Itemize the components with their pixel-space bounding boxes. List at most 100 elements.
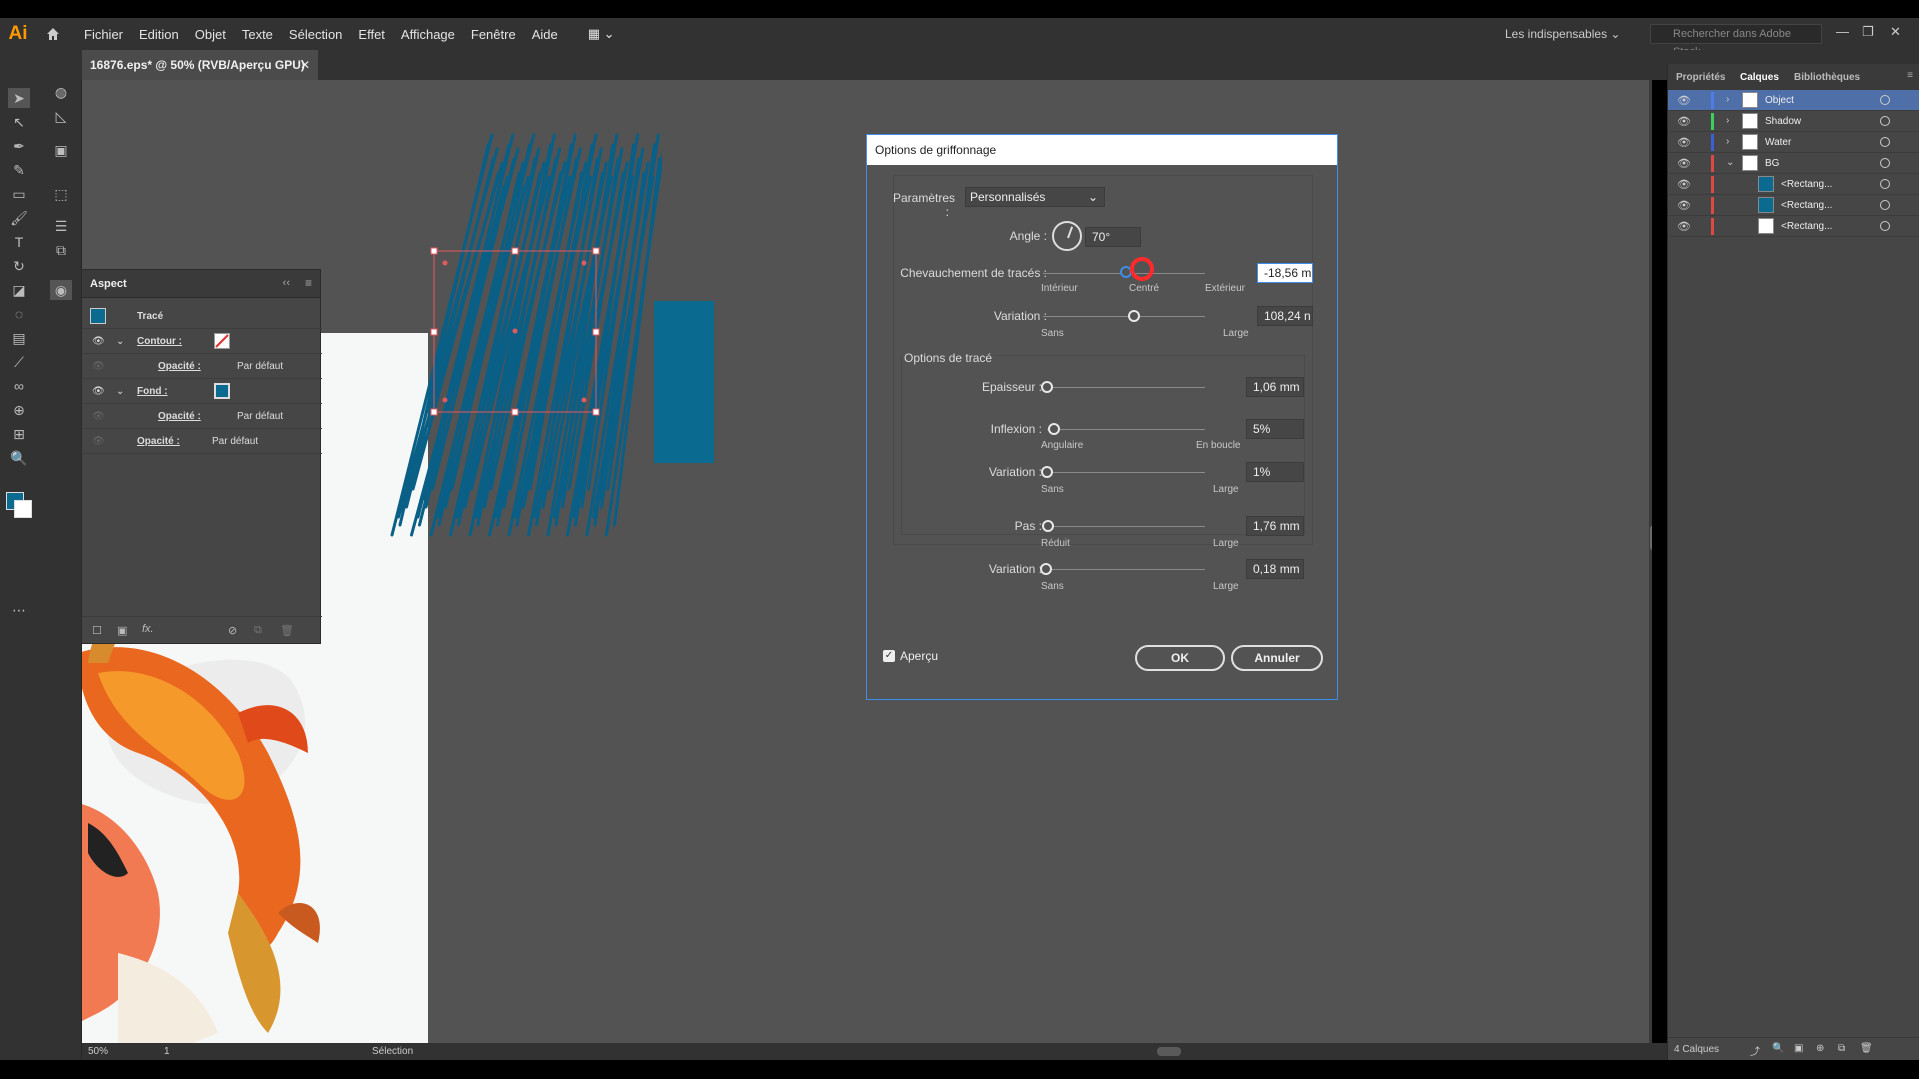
menu-item-5[interactable]: Effet [350,27,393,42]
more-tools-icon[interactable]: ⋯ [8,600,30,620]
angle-input[interactable]: 70° [1085,227,1141,247]
target-circle-icon[interactable] [1880,158,1890,168]
clear-appearance-icon[interactable]: ⊘ [228,624,237,637]
sublayer-row[interactable]: 👁 <Rectang... [1668,195,1919,216]
cancel-button[interactable]: Annuler [1231,645,1323,671]
layer-name[interactable]: <Rectang... [1781,179,1832,190]
chevron-down-icon[interactable]: ⌄ [116,386,124,397]
blend-tool-icon[interactable]: ∞ [8,376,30,396]
target-circle-icon[interactable] [1880,221,1890,231]
visibility-eye-icon[interactable]: 👁 [1677,178,1691,191]
opacity-label[interactable]: Opacité : [158,411,201,422]
overlap-variation-knob[interactable] [1128,310,1140,322]
inflexion-variation-input[interactable]: 1% [1246,462,1304,482]
overlap-variation-input[interactable]: 108,24 n [1257,306,1313,326]
angle-dial[interactable] [1052,221,1082,251]
add-effect-button[interactable]: fx. [142,623,154,635]
add-fill-icon[interactable]: ▣ [117,624,127,637]
clipping-mask-icon[interactable]: ▣ [1794,1043,1803,1054]
chevron-down-icon[interactable]: ⌄ [116,336,124,347]
free-transform-tool-icon[interactable]: ⬚ [50,184,72,204]
delete-item-icon[interactable]: 🗑 [280,624,294,637]
layer-name[interactable]: Shadow [1765,116,1801,127]
visibility-eye-icon[interactable]: 👁 [1677,220,1691,233]
menu-item-4[interactable]: Sélection [281,27,350,42]
artboard-number[interactable]: 1 [164,1046,170,1057]
menu-item-8[interactable]: Aide [524,27,566,42]
step-variation-input[interactable]: 0,18 mm [1246,559,1304,579]
step-variation-knob[interactable] [1040,563,1052,575]
selection-tool-icon[interactable]: ➤ [8,88,30,108]
preview-checkbox[interactable]: ✓ [883,650,895,662]
document-tab[interactable]: 16876.eps* @ 50% (RVB/Aperçu GPU) ✕ [82,50,318,80]
add-stroke-icon[interactable]: ☐ [92,624,102,637]
visibility-eye-icon[interactable]: 👁 [92,361,105,372]
gradient-tool-icon[interactable]: ▤ [8,328,30,348]
step-variation-track[interactable] [1047,569,1205,570]
thickness-knob[interactable] [1041,381,1053,393]
curvature-tool-icon[interactable]: ✎ [8,160,30,180]
visibility-eye-icon[interactable]: 👁 [1677,157,1691,170]
overlap-variation-track[interactable] [1043,316,1205,317]
expand-chevron-icon[interactable]: › [1726,94,1729,105]
layer-row[interactable]: 👁 › Shadow [1668,111,1919,132]
appearance-panel-icon[interactable]: ◉ [50,280,72,300]
visibility-eye-icon[interactable]: 👁 [1677,199,1691,212]
visibility-eye-icon[interactable]: 👁 [92,386,105,397]
mesh-tool-icon[interactable]: ▣ [50,140,72,160]
lasso-tool-icon[interactable]: ◌ [8,304,30,324]
shape-builder-tool-icon[interactable]: ⊕ [8,400,30,420]
stroke-swatch[interactable] [14,500,32,518]
opacity-label[interactable]: Opacité : [137,436,180,447]
target-circle-icon[interactable] [1880,137,1890,147]
delete-layer-icon[interactable]: 🗑 [1860,1043,1873,1054]
duplicate-item-icon[interactable]: ⧉ [254,624,262,637]
minimize-icon[interactable]: — [1836,24,1849,39]
visibility-eye-icon[interactable]: 👁 [92,411,105,422]
rectangle-tool-icon[interactable]: ▭ [8,184,30,204]
layer-row[interactable]: 👁 › Water [1668,132,1919,153]
layer-row[interactable]: 👁 ⌄ BG [1668,153,1919,174]
step-knob[interactable] [1042,520,1054,532]
menu-item-2[interactable]: Objet [187,27,234,42]
expand-chevron-icon[interactable]: ⌄ [1726,157,1734,168]
visibility-eye-icon[interactable]: 👁 [1677,115,1691,128]
layer-row[interactable]: 👁 › Object [1668,90,1919,111]
inflexion-input[interactable]: 5% [1246,419,1304,439]
presets-dropdown[interactable]: Personnalisés ⌄ [965,187,1105,207]
artboard-tool-icon[interactable]: ⊞ [8,424,30,444]
layer-name[interactable]: Object [1765,95,1794,106]
opacity-label[interactable]: Opacité : [158,361,201,372]
step-input[interactable]: 1,76 mm [1246,516,1304,536]
sublayer-row[interactable]: 👁 <Rectang... [1668,216,1919,237]
expand-chevron-icon[interactable]: › [1726,136,1729,147]
eraser-tool-icon[interactable]: ◪ [8,280,30,300]
type-tool-icon[interactable]: T [8,232,30,252]
thickness-track[interactable] [1047,387,1205,388]
target-circle-icon[interactable] [1880,200,1890,210]
align-icon[interactable]: ☰ [50,216,72,236]
target-circle-icon[interactable] [1880,95,1890,105]
stroke-none-swatch[interactable] [214,333,230,349]
tab-libraries[interactable]: Bibliothèques [1794,72,1860,83]
stroke-label[interactable]: Contour : [137,336,182,347]
fill-label[interactable]: Fond : [137,386,168,397]
layer-name[interactable]: <Rectang... [1781,221,1832,232]
horizontal-scroll-thumb[interactable] [1157,1047,1181,1056]
ok-button[interactable]: OK [1135,645,1225,671]
layer-name[interactable]: BG [1765,158,1779,169]
arrange-docs-icon[interactable]: ▦ ⌄ [580,26,623,42]
menu-item-6[interactable]: Affichage [393,27,463,42]
step-track[interactable] [1047,526,1205,527]
tab-properties[interactable]: Propriétés [1676,72,1725,83]
stock-search-input[interactable]: Rechercher dans Adobe Stock [1650,24,1822,58]
fill-color-swatch[interactable] [214,383,230,399]
pen-tool-icon[interactable]: ✒ [8,136,30,156]
sublayer-row[interactable]: 👁 <Rectang... [1668,174,1919,195]
layer-name[interactable]: <Rectang... [1781,200,1832,211]
warp-tool-icon[interactable]: ◍ [50,82,72,102]
menu-item-0[interactable]: Fichier [76,27,131,42]
vertical-scrollbar[interactable] [1649,80,1652,1043]
visibility-eye-icon[interactable]: 👁 [92,436,105,447]
target-circle-icon[interactable] [1880,179,1890,189]
